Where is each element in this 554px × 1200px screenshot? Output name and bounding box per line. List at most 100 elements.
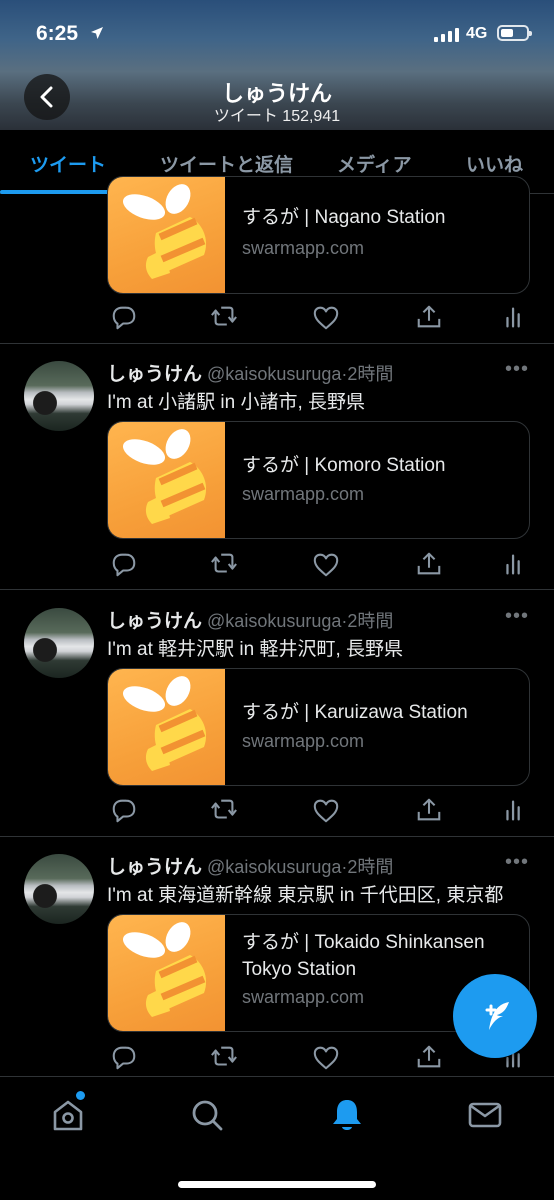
- divider: [0, 836, 554, 837]
- author-name[interactable]: しゅうけん: [107, 611, 202, 632]
- more-options-button[interactable]: •••: [505, 605, 529, 628]
- home-indicator: [178, 1181, 376, 1188]
- reply-button[interactable]: [107, 303, 141, 336]
- network-type: 4G: [466, 25, 488, 42]
- more-options-button[interactable]: •••: [505, 851, 529, 874]
- analytics-icon: [506, 554, 520, 575]
- author-handle[interactable]: @kaisokusuruga: [207, 611, 341, 631]
- tab-media[interactable]: メディア: [337, 150, 412, 177]
- tweet-header: しゅうけん @kaisokusuruga·2時間: [107, 359, 393, 386]
- share-icon: [417, 552, 441, 575]
- new-content-dot: [76, 1091, 85, 1100]
- analytics-icon: [506, 800, 520, 821]
- retweet-button[interactable]: [207, 303, 241, 336]
- profile-header: 6:25 4G しゅうけん ツイート 152,941: [0, 0, 554, 130]
- notifications-tab[interactable]: [327, 1095, 367, 1135]
- reply-icon: [112, 553, 136, 577]
- retweet-icon: [211, 799, 237, 819]
- tweet-header: しゅうけん @kaisokusuruga·2時間: [107, 606, 393, 633]
- link-card-domain: swarmapp.com: [242, 731, 365, 751]
- reply-icon: [112, 799, 136, 823]
- status-bar: 6:25 4G: [0, 20, 554, 50]
- link-card-title: するが | Nagano Station: [242, 207, 446, 228]
- tweet-actions: [107, 796, 527, 824]
- messages-envelope-icon: [468, 1102, 502, 1128]
- tweet-text: I'm at 小諸駅 in 小諸市, 長野県: [107, 392, 366, 413]
- link-card-title: するが | Karuizawa Station: [242, 702, 468, 723]
- home-icon: [53, 1100, 83, 1131]
- link-card[interactable]: するが | Komoro Station swarmapp.com: [107, 421, 530, 539]
- reply-button[interactable]: [107, 550, 141, 583]
- retweet-button[interactable]: [207, 1043, 241, 1076]
- swarm-logo-icon: [108, 915, 225, 1031]
- avatar[interactable]: [24, 608, 94, 678]
- analytics-button[interactable]: [497, 303, 531, 336]
- share-button[interactable]: [412, 550, 446, 583]
- tweet-actions: [107, 303, 527, 331]
- share-icon: [417, 1045, 441, 1068]
- link-card-domain: swarmapp.com: [242, 238, 365, 258]
- tweet-time: 2時間: [347, 857, 394, 877]
- retweet-icon: [211, 1046, 237, 1066]
- tab-tweets[interactable]: ツイート: [30, 150, 106, 177]
- author-handle[interactable]: @kaisokusuruga: [207, 364, 341, 384]
- like-icon: [313, 553, 339, 577]
- divider: [0, 343, 554, 344]
- tweet-text: I'm at 軽井沢駅 in 軽井沢町, 長野県: [107, 639, 404, 660]
- link-card-domain: swarmapp.com: [242, 484, 365, 504]
- author-name[interactable]: しゅうけん: [107, 364, 202, 385]
- link-card[interactable]: するが | Nagano Station swarmapp.com: [107, 176, 530, 294]
- home-tab[interactable]: [48, 1095, 88, 1135]
- search-tab[interactable]: [187, 1095, 227, 1135]
- avatar[interactable]: [24, 854, 94, 924]
- share-button[interactable]: [412, 303, 446, 336]
- avatar[interactable]: [24, 361, 94, 431]
- author-handle[interactable]: @kaisokusuruga: [207, 857, 341, 877]
- swarm-logo-icon: [108, 422, 225, 538]
- share-icon: [417, 798, 441, 821]
- like-button[interactable]: [309, 796, 343, 829]
- bottom-tab-bar: [0, 1076, 554, 1200]
- reply-icon: [112, 306, 136, 330]
- share-icon: [417, 305, 441, 328]
- share-button[interactable]: [412, 796, 446, 829]
- swarm-logo-icon: [108, 177, 225, 293]
- tweet-count: ツイート 152,941: [213, 108, 341, 125]
- like-icon: [313, 1046, 339, 1070]
- tweet-header: しゅうけん @kaisokusuruga·2時間: [107, 852, 393, 879]
- like-button[interactable]: [309, 303, 343, 336]
- retweet-button[interactable]: [207, 550, 241, 583]
- link-card[interactable]: するが | Karuizawa Station swarmapp.com: [107, 668, 530, 786]
- analytics-button[interactable]: [497, 550, 531, 583]
- signal-strength-icon: [434, 28, 459, 42]
- notifications-bell-icon: [333, 1100, 361, 1130]
- tab-likes[interactable]: いいね: [466, 150, 523, 177]
- compose-tweet-button[interactable]: [453, 974, 537, 1058]
- tab-tweets-and-replies[interactable]: ツイートと返信: [160, 150, 293, 177]
- swarm-logo-icon: [108, 669, 225, 785]
- reply-icon: [112, 1046, 136, 1070]
- battery-icon: [497, 25, 532, 41]
- reply-button[interactable]: [107, 1043, 141, 1076]
- compose-feather-icon: [485, 1002, 509, 1030]
- tweet-text: I'm at 東海道新幹線 東京駅 in 千代田区, 東京都: [107, 885, 504, 906]
- location-arrow-icon: [91, 27, 103, 39]
- analytics-button[interactable]: [497, 796, 531, 829]
- search-icon: [192, 1100, 223, 1131]
- divider: [0, 589, 554, 590]
- retweet-icon: [211, 306, 237, 326]
- messages-tab[interactable]: [465, 1095, 505, 1135]
- retweet-icon: [211, 553, 237, 573]
- author-name[interactable]: しゅうけん: [107, 857, 202, 878]
- more-options-button[interactable]: •••: [505, 358, 529, 381]
- like-icon: [313, 306, 339, 330]
- link-card-domain: swarmapp.com: [242, 987, 365, 1007]
- share-button[interactable]: [412, 1043, 446, 1076]
- retweet-button[interactable]: [207, 796, 241, 829]
- like-button[interactable]: [309, 550, 343, 583]
- like-button[interactable]: [309, 1043, 343, 1076]
- analytics-icon: [506, 307, 520, 328]
- link-card-title: するが | Komoro Station: [242, 455, 446, 476]
- reply-button[interactable]: [107, 796, 141, 829]
- like-icon: [313, 799, 339, 823]
